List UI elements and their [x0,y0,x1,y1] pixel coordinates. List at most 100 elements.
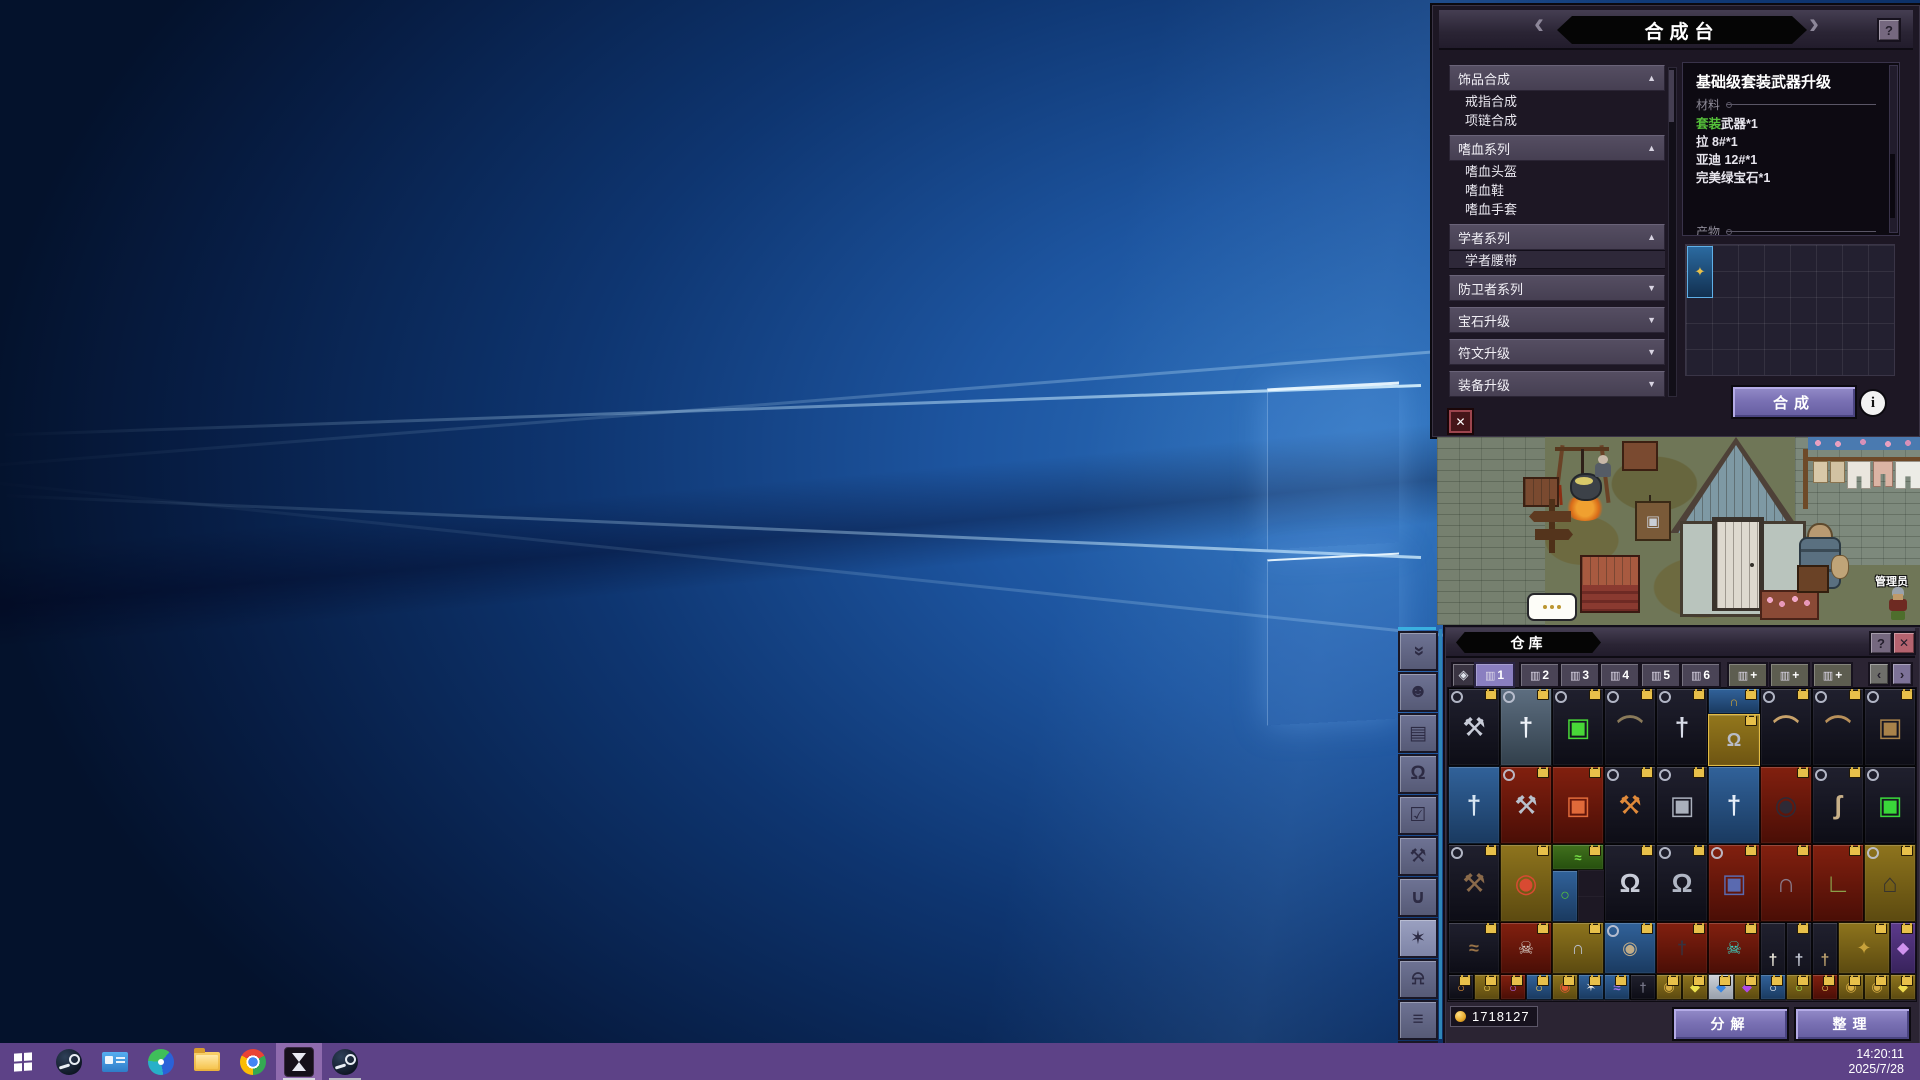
warehouse-item-war-hammer[interactable]: ⚒ [1500,766,1552,844]
warehouse-item-purple-amulet[interactable]: ◆ [1890,922,1916,974]
warehouse-item-green-ring[interactable]: ○ [1552,870,1578,922]
warehouse-item-shadow-armor[interactable]: ▣ [1708,844,1760,922]
category-item-6[interactable]: 嗜血手套 [1449,199,1665,218]
admin-npc-legs[interactable] [1891,611,1905,620]
warehouse-help-button[interactable]: ? [1869,631,1893,655]
warehouse-tab-+[interactable]: ▥+ [1812,662,1853,688]
warehouse-close-button[interactable]: ✕ [1892,631,1916,655]
warehouse-tab-+[interactable]: ▥+ [1769,662,1810,688]
warehouse-item-green-armor[interactable]: ▣ [1552,688,1604,766]
warehouse-item-green-boots[interactable]: ∟ [1812,844,1864,922]
warehouse-item-pentacle-pendant[interactable]: ✦ [1838,922,1890,974]
warehouse-item-green-glow-armor[interactable]: ▣ [1864,766,1916,844]
crafting-titlebar[interactable]: ‹ 合成台 › ? [1439,10,1913,50]
warehouse-item-gold-medallion[interactable]: ◉ [1864,974,1890,1000]
warehouse-item-amulet[interactable]: ◆ [1682,974,1708,1000]
warehouse-item-blue-gem[interactable]: ◆ [1708,974,1734,1000]
warehouse-item-hooded-cowl[interactable]: ∩ [1760,844,1812,922]
category-item-1[interactable]: 戒指合成 [1449,91,1665,110]
warehouse-item-green-belt[interactable]: ≈ [1552,844,1604,870]
warehouse-tab-2[interactable]: ▥2 [1519,662,1560,688]
sort-button[interactable]: 整理 [1794,1007,1911,1041]
game-app-button-active[interactable] [276,1043,322,1080]
sidebar-quest-scroll-icon[interactable]: ☑ [1398,795,1438,835]
recipe-scrollbar[interactable] [1889,65,1898,233]
warehouse-item-roman-shield[interactable]: ◉ [1500,844,1552,922]
start-button[interactable] [0,1043,46,1080]
warehouse-item-white-paw[interactable]: ✶ [1578,974,1604,1000]
craft-button[interactable]: 合成 [1731,385,1857,419]
warehouse-item-ruby-ring[interactable]: ◉ [1552,974,1578,1000]
warehouse-item-dark-wing-blade[interactable]: ⌒ [1604,688,1656,766]
sidebar-task-list-icon[interactable]: ≡ [1398,1000,1438,1040]
category-scrollbar[interactable] [1668,67,1677,397]
category-header-0[interactable]: 饰品合成▲ [1449,65,1665,91]
warehouse-item-round-shield[interactable]: ◉ [1604,922,1656,974]
warehouse-item-cuirass[interactable]: ▣ [1656,766,1708,844]
prev-tabs-button[interactable]: ‹ [1868,662,1890,686]
decompose-button[interactable]: 分解 [1672,1007,1789,1041]
slot-item-set-weapon[interactable]: ✦ [1687,246,1713,298]
sidebar-storage-chest-icon[interactable]: ▤ [1398,713,1438,753]
category-header-7[interactable]: 学者系列▲ [1449,224,1665,250]
file-explorer-button[interactable] [184,1043,230,1080]
info-icon[interactable]: i [1859,389,1887,417]
gem-tab-button[interactable]: ◈ [1451,662,1476,688]
warehouse-item-plague-hat[interactable]: ⌂ [1864,844,1916,922]
warehouse-item-bow[interactable]: ⌒ [1812,688,1864,766]
category-scrollbar-thumb[interactable] [1669,70,1674,122]
recipe-scrollbar-thumb[interactable] [1890,154,1895,218]
warehouse-item-rapier[interactable]: † [1500,688,1552,766]
warehouse-item-gladiator-helmet[interactable]: Ω [1708,714,1760,766]
warehouse-item-knight-helmet[interactable]: Ω [1656,844,1708,922]
warehouse-item-great-helm[interactable]: Ω [1604,844,1656,922]
contacts-app-button[interactable] [92,1043,138,1080]
sidebar-bell-icon[interactable]: ⍾ [1398,959,1438,999]
admin-npc-face[interactable] [1893,594,1903,600]
category-item-5[interactable]: 嗜血鞋 [1449,180,1665,199]
taskbar-clock[interactable]: 14:20:11 2025/7/28 [1848,1047,1904,1077]
warehouse-item-purple-gem[interactable]: ◆ [1734,974,1760,1000]
category-header-9[interactable]: 防卫者系列▼ [1449,275,1665,301]
warehouse-item-spear[interactable]: † [1448,766,1500,844]
admin-npc-torso[interactable] [1889,599,1907,611]
steam-taskbar-button[interactable] [46,1043,92,1080]
sidebar-magic-wand-icon[interactable]: ✶ [1398,918,1438,958]
warehouse-tab-5[interactable]: ▥5 [1640,662,1681,688]
warehouse-item-green-ring[interactable]: ○ [1786,974,1812,1000]
warehouse-item-dark-dagger[interactable]: † [1630,974,1656,1000]
warehouse-tab-3[interactable]: ▥3 [1559,662,1600,688]
warehouse-item-gold-ring[interactable]: ○ [1812,974,1838,1000]
warehouse-item-purple-ring[interactable]: ○ [1500,974,1526,1000]
warehouse-item-bow[interactable]: ⌒ [1760,688,1812,766]
sidebar-helmet-icon[interactable]: Ω [1398,754,1438,794]
warehouse-item-diamond-ring[interactable]: ○ [1760,974,1786,1000]
sidebar-mug-icon[interactable]: ∪ [1398,877,1438,917]
warehouse-item-leather-belt[interactable]: ≈ [1448,922,1500,974]
warehouse-item-skull-belt[interactable]: ☠ [1500,922,1552,974]
category-header-12[interactable]: 装备升级▼ [1449,371,1665,397]
category-item-2[interactable]: 项链合成 [1449,110,1665,129]
sidebar-anvil-icon[interactable]: ⚒ [1398,836,1438,876]
category-item-8[interactable]: 学者腰带 [1449,250,1665,269]
next-tabs-button[interactable]: › [1891,662,1913,686]
warehouse-item-teal-skull[interactable]: ☠ [1708,922,1760,974]
warehouse-item-spiked-shield[interactable]: ◉ [1760,766,1812,844]
steam-running-button[interactable] [322,1043,368,1080]
help-button[interactable]: ? [1877,18,1901,42]
warehouse-item-dark-blade[interactable]: † [1656,922,1708,974]
warehouse-item-gold-medallion[interactable]: ◉ [1838,974,1864,1000]
crafting-slot-grid[interactable]: ✦ [1685,244,1895,376]
warehouse-item-orange-axe[interactable]: ⚒ [1604,766,1656,844]
warehouse-item-purple-cloth[interactable]: ≈ [1604,974,1630,1000]
warehouse-titlebar[interactable]: 仓库 ? ✕ [1446,628,1915,658]
chrome-button[interactable] [230,1043,276,1080]
warehouse-item-gold-medallion[interactable]: ◉ [1656,974,1682,1000]
warehouse-item-leather-armor[interactable]: ▣ [1864,688,1916,766]
warehouse-item-sword[interactable]: † [1656,688,1708,766]
warehouse-item-battle-axe[interactable]: ⚒ [1448,688,1500,766]
sidebar-character-icon[interactable]: ☻ [1398,672,1438,712]
warehouse-item-gold-ring[interactable]: ○ [1526,974,1552,1000]
warehouse-item-red-gold-armor[interactable]: ▣ [1552,766,1604,844]
warehouse-item-scythe[interactable]: ʃ [1812,766,1864,844]
